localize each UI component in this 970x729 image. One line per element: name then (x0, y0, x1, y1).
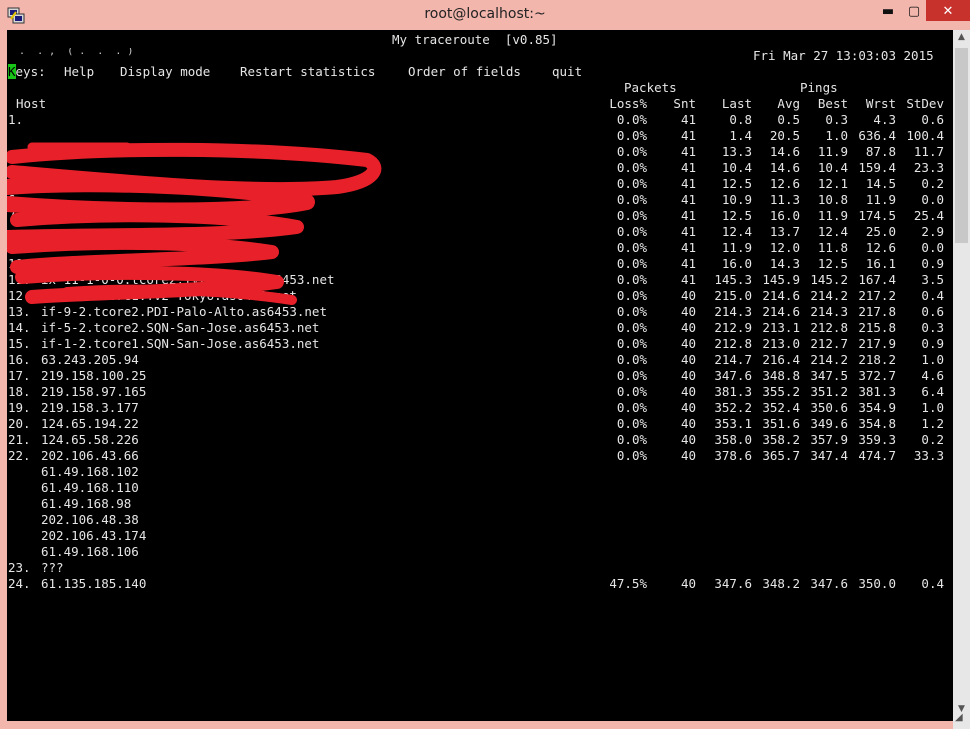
hop-host: if-5-2.tcore2.SQN-San-Jose.as6453.net (41, 320, 320, 335)
hop-host: 124.65.194.22 (41, 416, 139, 431)
hop-host: 61.49.168.106 (41, 544, 139, 559)
hop-host: 124.65.58.226 (41, 432, 139, 447)
terminal-cursor: K (8, 64, 16, 79)
hop-number: 19. (8, 400, 31, 415)
hop-number: 21. (8, 432, 31, 447)
hop-number: 20. (8, 416, 31, 431)
stdev-column-header: StDev (906, 96, 944, 111)
hop-stdev: 1.0 (921, 352, 944, 367)
program-title: My traceroute [v0.85] (392, 32, 558, 47)
hop-host: 219.158.100.25 (41, 368, 147, 383)
window-title: root@localhost:~ (424, 6, 546, 22)
keys-label: eys: (15, 64, 46, 79)
redaction-scribble (7, 142, 382, 305)
key-restart-statistics[interactable]: Restart statistics (240, 64, 375, 80)
hop-host: 202.106.43.174 (41, 528, 147, 543)
terminal-screen[interactable]: My traceroute [v0.85] . . , ( . . . ) Fr… (7, 30, 953, 721)
hop-number: 1. (8, 112, 24, 127)
key-quit[interactable]: quit (552, 64, 582, 80)
hop-stdev: 0.2 (921, 176, 944, 191)
hop-stdev: 4.6 (921, 368, 944, 383)
hostname-line: . . , ( . . . ) (7, 48, 134, 56)
hop-stdev: 0.9 (921, 336, 944, 351)
hop-number: 18. (8, 384, 31, 399)
hop-stdev: 0.9 (921, 256, 944, 271)
hop-stdev: 23.3 (913, 160, 944, 175)
hop-stdev: 0.0 (921, 192, 944, 207)
scroll-up-arrow-icon[interactable]: ▲ (953, 32, 970, 46)
hop-stdev: 0.3 (921, 320, 944, 335)
hop-host: 202.106.48.38 (41, 512, 139, 527)
window-frame-bottom (0, 721, 970, 729)
hop-stdev: 0.0 (921, 240, 944, 255)
close-button[interactable]: ✕ (926, 0, 970, 21)
pings-header: Pings (800, 80, 838, 95)
hop-stdev: 3.5 (921, 272, 944, 287)
hop-stdev: 6.4 (921, 384, 944, 399)
hop-number: 15. (8, 336, 31, 351)
scrollbar-thumb[interactable] (955, 48, 968, 243)
hop-number: 22. (8, 448, 31, 463)
hop-number: 17. (8, 368, 31, 383)
hop-stdev: 1.0 (921, 400, 944, 415)
hop-host: 219.158.97.165 (41, 384, 147, 399)
hop-stdev: 100.4 (906, 128, 944, 143)
hop-number: 24. (8, 576, 31, 591)
hop-stdev: 33.3 (913, 448, 944, 463)
hop-host: 61.49.168.110 (41, 480, 139, 495)
hop-stdev: 0.4 (921, 288, 944, 303)
hop-host: if-1-2.tcore1.SQN-San-Jose.as6453.net (41, 336, 320, 351)
hop-stdev: 0.4 (921, 576, 944, 591)
hop-stdev: 0.6 (921, 304, 944, 319)
key-display-mode[interactable]: Display mode (120, 64, 210, 80)
hop-host: 202.106.43.66 (41, 448, 139, 463)
hop-stdev: 25.4 (913, 208, 944, 223)
hop-host: 63.243.205.94 (41, 352, 139, 367)
hop-host: ??? (41, 560, 64, 575)
hop-stdev: 11.7 (913, 144, 944, 159)
hop-stdev: 0.6 (921, 112, 944, 127)
hop-host: 219.158.3.177 (41, 400, 139, 415)
window-frame-left (0, 30, 7, 729)
packets-header: Packets (624, 80, 677, 95)
host-column-header: Host (16, 96, 47, 111)
hop-number: 14. (8, 320, 31, 335)
title-bar: root@localhost:~ ▬ ▢ ✕ (0, 0, 970, 31)
hop-number: 16. (8, 352, 31, 367)
hop-stdev: 2.9 (921, 224, 944, 239)
key-order-of-fields[interactable]: Order of fields (408, 64, 521, 80)
hop-host: 61.135.185.140 (41, 576, 147, 591)
hop-stdev: 0.2 (921, 432, 944, 447)
hop-number: 23. (8, 560, 31, 575)
key-help[interactable]: Help (64, 64, 94, 80)
hop-host: 61.49.168.102 (41, 464, 139, 479)
hop-stdev: 1.2 (921, 416, 944, 431)
datetime: Fri Mar 27 13:03:03 2015 (753, 48, 934, 63)
hop-host: 61.49.168.98 (41, 496, 132, 511)
keys-line: Keys: (8, 64, 46, 80)
resize-grip-icon[interactable]: ◢ (955, 712, 968, 725)
